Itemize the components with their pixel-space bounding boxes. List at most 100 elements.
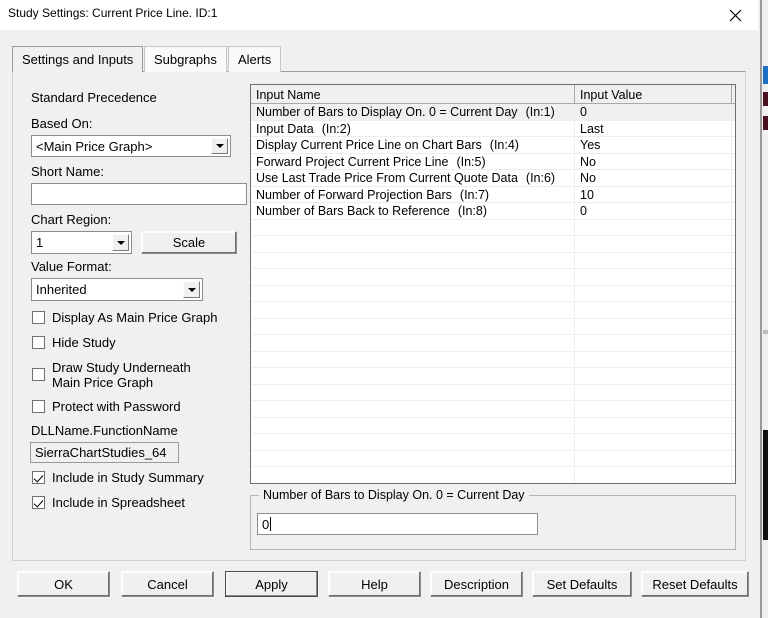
checkbox-indicator[interactable]	[32, 311, 45, 324]
table-row[interactable]: Use Last Trade Price From Current Quote …	[251, 170, 735, 187]
checkbox-hide-study[interactable]: Hide Study	[32, 335, 116, 350]
input-reference-text: (In:8)	[457, 204, 488, 219]
input-name-text: Input Data	[256, 121, 314, 136]
table-row[interactable]: Display Current Price Line on Chart Bars…	[251, 137, 735, 154]
table-row-empty[interactable]	[251, 368, 735, 385]
button-label: Reset Defaults	[652, 576, 738, 592]
chart-region-combo[interactable]: 1	[31, 231, 132, 254]
input-editor-groupbox: Number of Bars to Display On. 0 = Curren…	[250, 488, 736, 550]
chevron-down-icon[interactable]	[112, 234, 129, 251]
backdrop-accent-gray	[763, 330, 768, 334]
cell-input-value[interactable]: No	[575, 170, 732, 187]
reset-defaults-button[interactable]: Reset Defaults	[641, 571, 749, 597]
checkbox-label: Include in Study Summary	[52, 470, 204, 485]
input-name-text: Display Current Price Line on Chart Bars	[256, 138, 482, 153]
table-row-empty[interactable]	[251, 236, 735, 253]
cell-input-value	[575, 467, 732, 483]
checkbox-indicator[interactable]	[32, 336, 45, 349]
value-format-label: Value Format:	[31, 259, 112, 274]
chevron-down-icon[interactable]	[183, 281, 200, 298]
short-name-input[interactable]	[31, 183, 247, 205]
button-label: Set Defaults	[546, 576, 618, 592]
table-row-empty[interactable]	[251, 450, 735, 467]
value-format-combo[interactable]: Inherited	[31, 278, 203, 301]
table-row-empty[interactable]	[251, 384, 735, 401]
window-title: Study Settings: Current Price Line. ID:1	[8, 6, 218, 20]
checkbox-label: Include in Spreadsheet	[52, 495, 185, 510]
tab-subgraphs[interactable]: Subgraphs	[144, 46, 227, 72]
table-row-empty[interactable]	[251, 302, 735, 319]
chevron-down-icon[interactable]	[211, 138, 228, 154]
table-row-empty[interactable]	[251, 252, 735, 269]
based-on-combo[interactable]: <Main Price Graph>	[31, 135, 231, 157]
short-name-label: Short Name:	[31, 164, 104, 179]
input-editor-field[interactable]: 0	[257, 513, 538, 535]
cell-input-value[interactable]: Last	[575, 120, 732, 137]
scale-button-label: Scale	[172, 235, 206, 250]
column-header-input-value[interactable]: Input Value	[575, 85, 732, 104]
input-name-text: Number of Forward Projection Bars	[256, 187, 452, 202]
tab-label: Settings and Inputs	[22, 52, 134, 67]
cell-input-value[interactable]: 0	[575, 203, 732, 220]
checkbox-indicator[interactable]	[32, 496, 45, 509]
tab-settings-and-inputs[interactable]: Settings and Inputs	[12, 46, 144, 72]
backdrop-accent-dark-1	[763, 92, 768, 106]
checkbox-include-in-spreadsheet[interactable]: Include in Spreadsheet	[32, 495, 185, 510]
scale-button[interactable]: Scale	[141, 231, 237, 254]
button-label: OK	[54, 576, 73, 592]
ok-button[interactable]: OK	[17, 571, 110, 597]
checkbox-protect-with-password[interactable]: Protect with Password	[32, 399, 181, 414]
backdrop-accent-dark-2	[763, 116, 768, 130]
checkbox-indicator[interactable]	[32, 368, 45, 381]
table-row-empty[interactable]	[251, 285, 735, 302]
table-row[interactable]: Forward Project Current Price Line (In:5)…	[251, 153, 735, 170]
set-defaults-button[interactable]: Set Defaults	[532, 571, 632, 597]
dialog-client-area: Settings and Inputs Subgraphs Alerts Sta…	[0, 30, 758, 618]
table-row[interactable]: Number of Bars to Display On. 0 = Curren…	[251, 104, 735, 121]
close-icon[interactable]	[713, 0, 758, 30]
cell-input-value[interactable]: 10	[575, 186, 732, 203]
column-header-input-name[interactable]: Input Name	[251, 85, 575, 104]
table-row-empty[interactable]	[251, 467, 735, 483]
cell-input-name	[251, 335, 575, 352]
checkbox-display-as-main-price-graph[interactable]: Display As Main Price Graph	[32, 310, 217, 325]
cell-input-value[interactable]: No	[575, 153, 732, 170]
checkbox-include-in-study-summary[interactable]: Include in Study Summary	[32, 470, 204, 485]
table-row-empty[interactable]	[251, 351, 735, 368]
table-row[interactable]: Number of Forward Projection Bars (In:7) 1…	[251, 186, 735, 203]
table-row[interactable]: Input Data (In:2) Last	[251, 120, 735, 137]
table-row-empty[interactable]	[251, 318, 735, 335]
dll-function-name-input[interactable]: SierraChartStudies_64	[30, 442, 179, 463]
table-row[interactable]: Number of Bars Back to Reference (In:8) 0	[251, 203, 735, 220]
cancel-button[interactable]: Cancel	[121, 571, 214, 597]
table-row-empty[interactable]	[251, 269, 735, 286]
cell-input-value[interactable]: 0	[575, 104, 732, 121]
input-name-text: Number of Bars Back to Reference	[256, 204, 450, 219]
title-bar: Study Settings: Current Price Line. ID:1	[0, 0, 758, 30]
apply-button[interactable]: Apply	[225, 571, 318, 597]
input-name-text: Number of Bars to Display On. 0 = Curren…	[256, 105, 518, 120]
cell-input-value	[575, 450, 732, 467]
table-row-empty[interactable]	[251, 434, 735, 451]
cell-input-name: Number of Forward Projection Bars (In:7)	[251, 186, 575, 203]
description-button[interactable]: Description	[430, 571, 523, 597]
input-editor-value: 0	[262, 516, 270, 532]
checkbox-indicator[interactable]	[32, 471, 45, 484]
table-row-empty[interactable]	[251, 417, 735, 434]
tab-alerts[interactable]: Alerts	[228, 46, 282, 72]
dialog-button-bar: OK Cancel Apply Help Description Set Def…	[0, 566, 758, 618]
table-row-empty[interactable]	[251, 401, 735, 418]
cell-input-name: Number of Bars to Display On. 0 = Curren…	[251, 104, 575, 121]
inputs-table[interactable]: Input Name Input Value Number of Bars to…	[250, 84, 736, 484]
cell-input-value[interactable]: Yes	[575, 137, 732, 154]
checkbox-draw-study-underneath-main-price-graph[interactable]: Draw Study Underneath Main Price Graph	[32, 360, 191, 390]
cell-input-value	[575, 269, 732, 286]
checkbox-indicator[interactable]	[32, 400, 45, 413]
chart-region-value: 1	[36, 235, 44, 250]
table-row-empty[interactable]	[251, 219, 735, 236]
based-on-value: <Main Price Graph>	[36, 138, 153, 154]
button-label: Description	[443, 576, 510, 592]
dll-function-name-value: SierraChartStudies_64	[35, 445, 167, 460]
help-button[interactable]: Help	[328, 571, 421, 597]
table-row-empty[interactable]	[251, 335, 735, 352]
